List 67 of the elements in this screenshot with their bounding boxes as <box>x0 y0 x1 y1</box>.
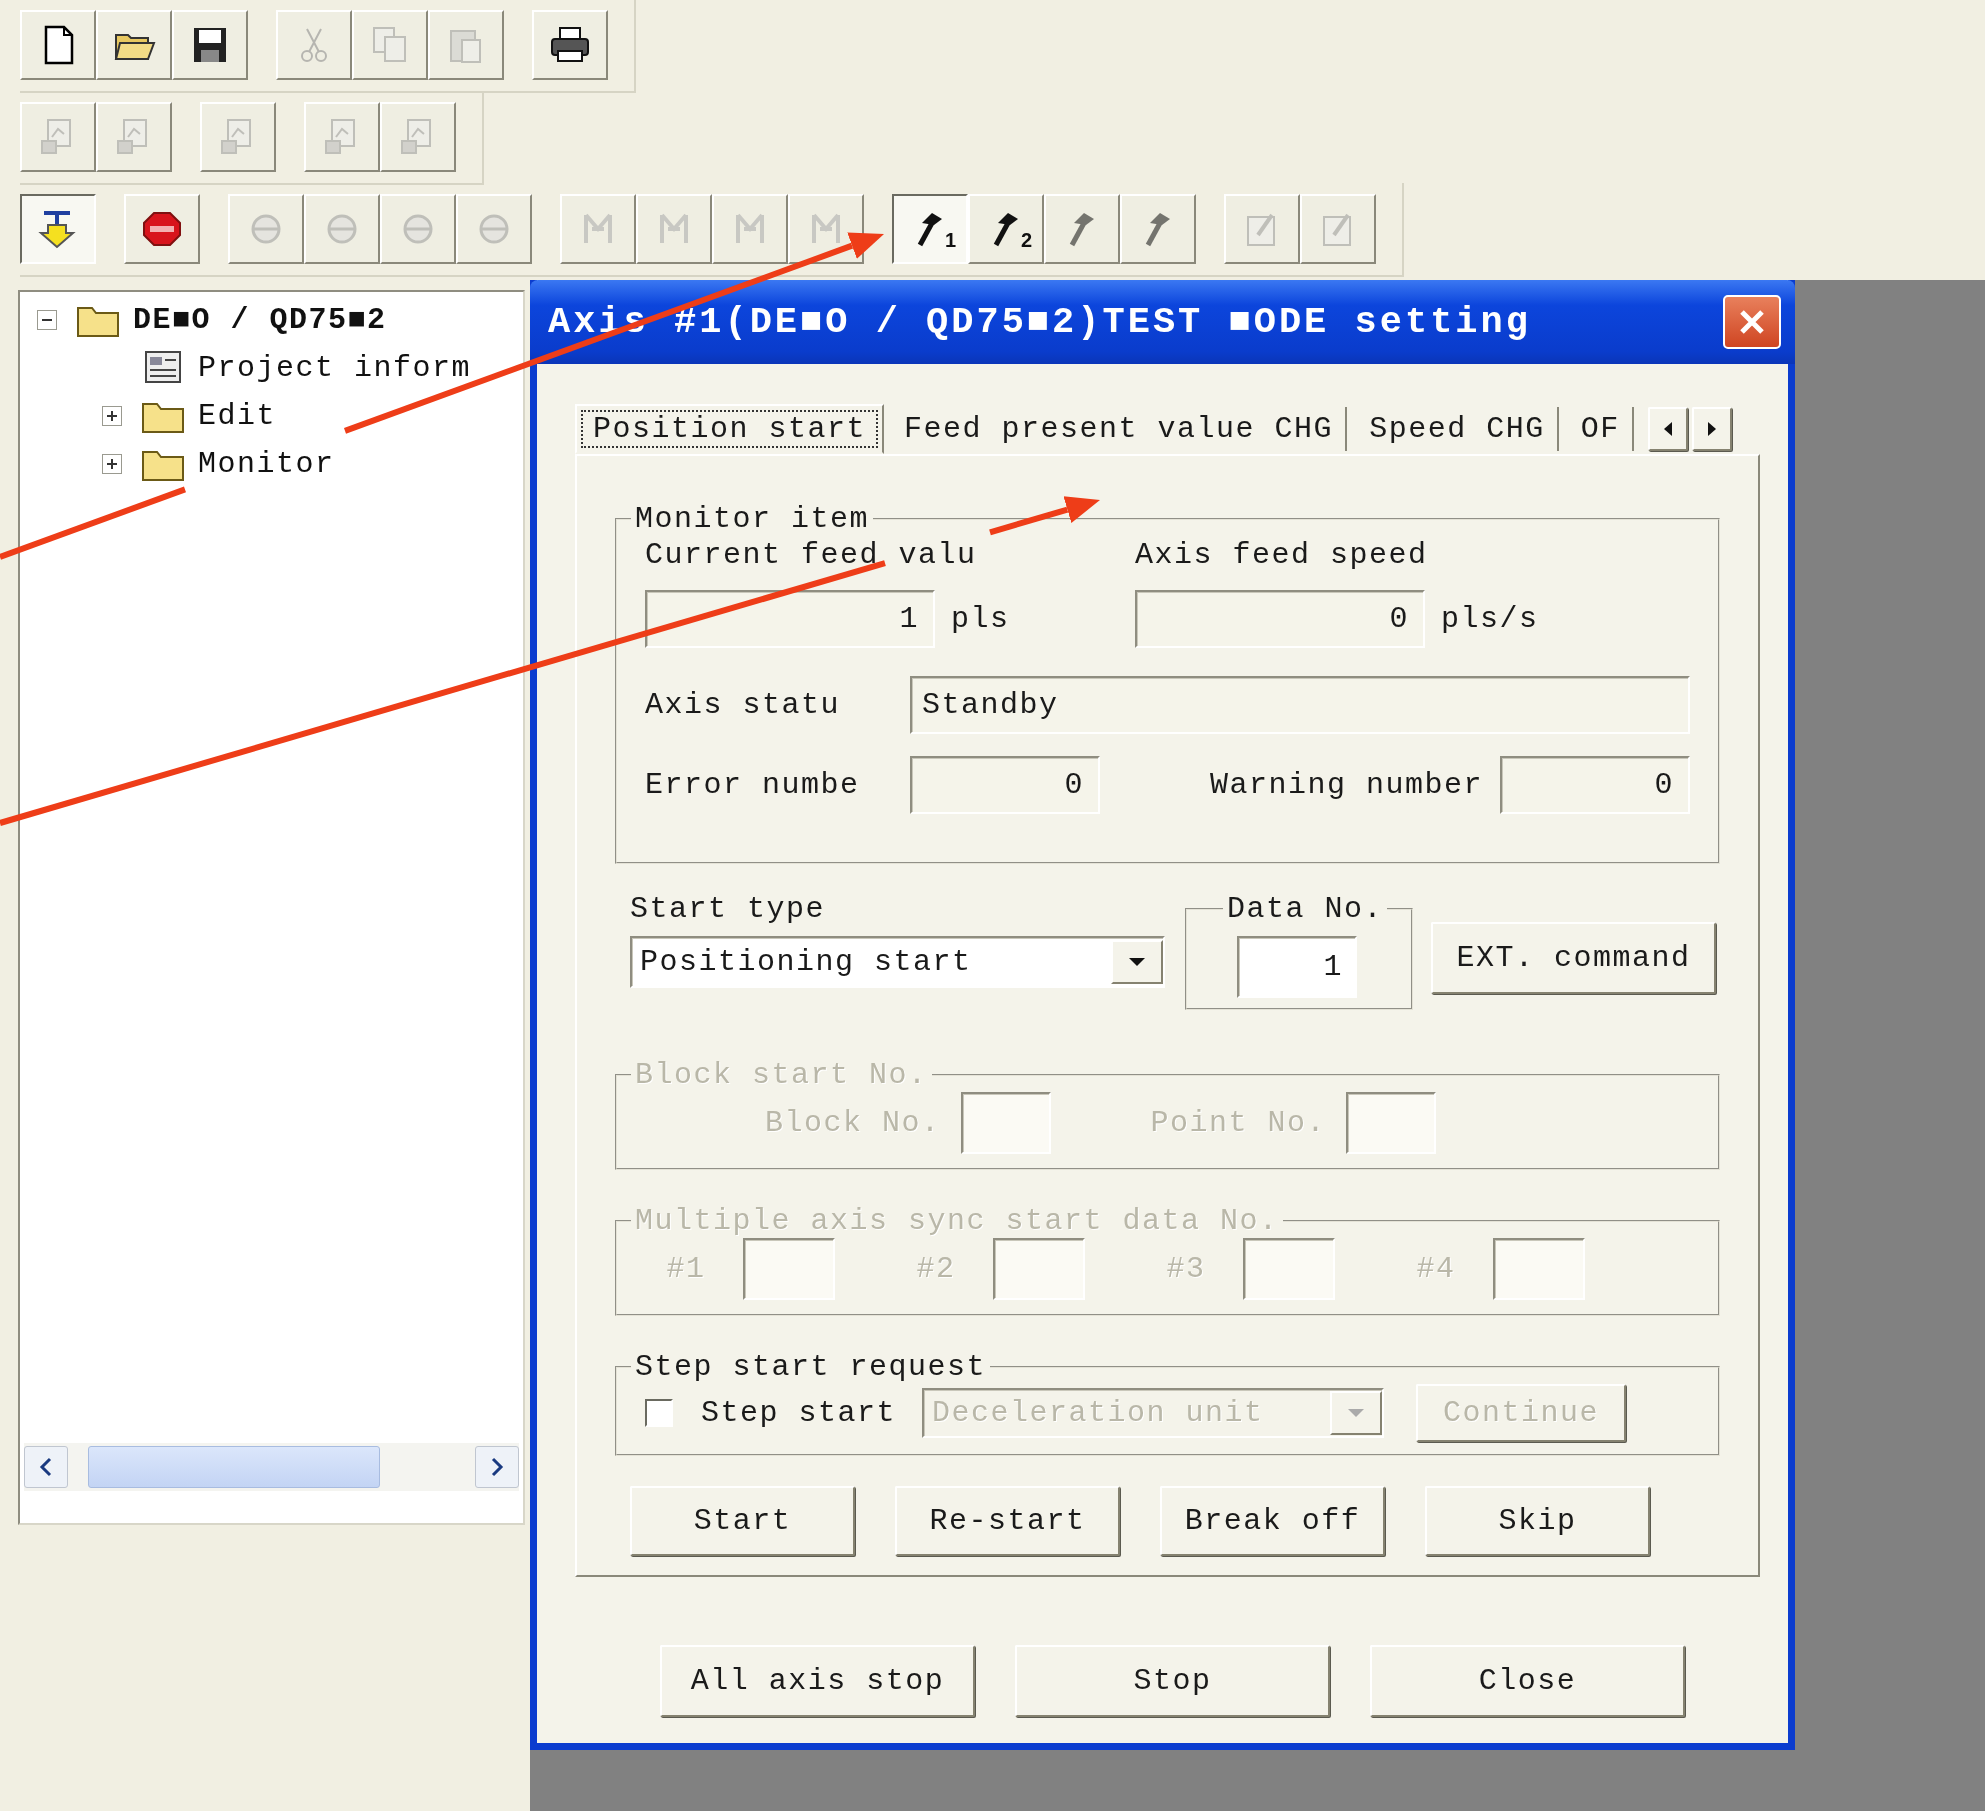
folder-tool-button[interactable] <box>96 10 172 80</box>
data-number-field[interactable]: 1 <box>1237 936 1357 998</box>
field-label: #4 <box>1416 1252 1456 1286</box>
tree-item[interactable]: DE■O / QD75■2 <box>133 303 387 337</box>
value-field: 0 <box>1135 590 1425 648</box>
field-label: Warning number <box>1210 768 1484 802</box>
field-label: Current feed valu <box>645 538 977 572</box>
group-label: Step start request <box>634 1350 988 1384</box>
tab[interactable]: Position start <box>575 404 885 454</box>
field-label: Error numbe <box>645 768 860 802</box>
field-label: Point No. <box>1150 1106 1327 1140</box>
all-axis-stop-button[interactable]: All axis stop <box>660 1645 975 1717</box>
triangle-right-icon <box>1705 421 1718 437</box>
restart-button[interactable]: Re-start <box>895 1486 1120 1556</box>
stop-button[interactable]: Stop <box>1015 1645 1330 1717</box>
group-label: Block start No. <box>634 1058 929 1092</box>
hammer-icon <box>1069 211 1095 247</box>
hammer-tool-button[interactable]: 1 <box>892 194 968 264</box>
tab-scroll-right-button[interactable] <box>1691 407 1732 451</box>
printer-tool-button[interactable] <box>532 10 608 80</box>
scroll-right-button[interactable] <box>475 1446 519 1488</box>
disk-tool-button[interactable] <box>172 10 248 80</box>
field-label: pls/s <box>1441 602 1539 636</box>
field-label: #1 <box>666 1252 706 1286</box>
expand-icon[interactable] <box>102 406 122 426</box>
collapse-icon[interactable] <box>37 310 57 330</box>
break-off-button[interactable]: Break off <box>1160 1486 1385 1556</box>
page-tool-button[interactable] <box>20 10 96 80</box>
scroll-left-button[interactable] <box>24 1446 68 1488</box>
group-label: Multiple axis sync start data No. <box>634 1204 1280 1238</box>
checkbox[interactable] <box>645 1399 673 1427</box>
chevron-left-icon <box>38 1457 54 1477</box>
value-field: 0 <box>910 756 1100 814</box>
value-field: Standby <box>910 676 1690 734</box>
field-label: Block No. <box>765 1106 941 1140</box>
skip-button[interactable]: Skip <box>1425 1486 1650 1556</box>
field-label: #3 <box>1166 1252 1206 1286</box>
tab[interactable]: Feed present value CHG <box>892 407 1348 451</box>
group-label: Data No. <box>1226 892 1385 926</box>
ext-command-button[interactable]: EXT. command <box>1431 922 1716 994</box>
tab-scroll-left-button[interactable] <box>1647 407 1688 451</box>
field-label: pls <box>951 602 1010 636</box>
value-field: 1 <box>645 590 935 648</box>
hammer-icon <box>1145 211 1171 247</box>
close-button[interactable]: Close <box>1370 1645 1685 1717</box>
tab[interactable]: OF <box>1568 407 1634 451</box>
field-label: #2 <box>916 1252 956 1286</box>
field-label: Axis feed speed <box>1135 538 1428 572</box>
dropdown-arrow-icon <box>1128 957 1146 967</box>
chevron-right-icon <box>489 1457 505 1477</box>
tab[interactable]: Speed CHG <box>1357 407 1559 451</box>
start-button[interactable]: Start <box>630 1486 855 1556</box>
field-label: Start type <box>630 892 827 926</box>
value-field: 0 <box>1500 756 1690 814</box>
scroll-thumb[interactable] <box>88 1446 380 1488</box>
arrow-tool-button[interactable] <box>20 194 96 264</box>
field-label: Axis statu <box>645 688 841 722</box>
dropdown-arrow-icon <box>1347 1408 1366 1418</box>
hammer-icon <box>993 211 1019 247</box>
start-type-dropdown[interactable]: Positioning start <box>630 936 1165 988</box>
expand-icon[interactable] <box>102 454 122 474</box>
stop-sign-tool-button[interactable] <box>124 194 200 264</box>
field-label: Step start <box>701 1396 897 1430</box>
group-label: Monitor item <box>634 502 871 536</box>
window-close-button[interactable] <box>1723 295 1781 349</box>
hammer-icon <box>917 211 943 247</box>
hammer-tool-button[interactable]: 2 <box>968 194 1044 264</box>
